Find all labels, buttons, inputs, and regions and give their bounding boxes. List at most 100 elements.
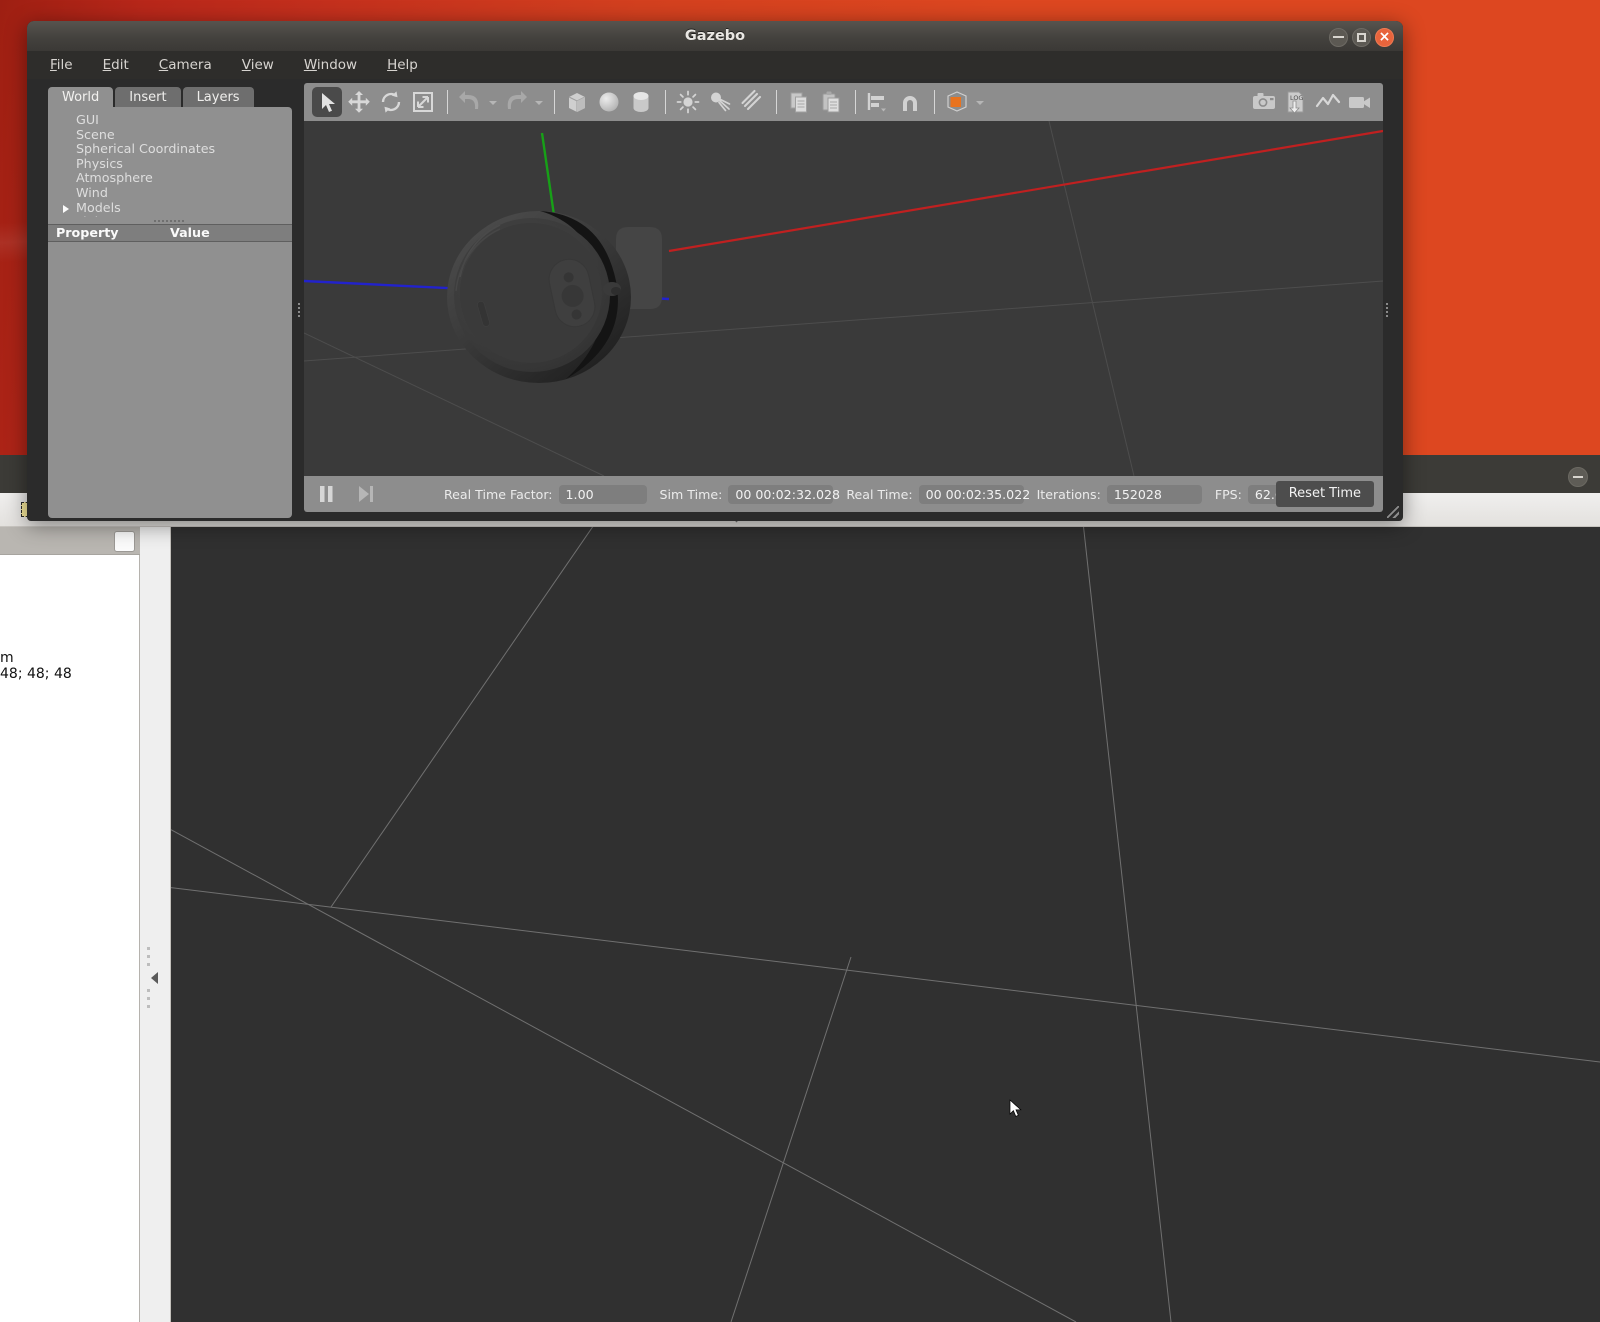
menu-view[interactable]: View xyxy=(239,55,277,75)
splitter-grip xyxy=(298,303,300,317)
maximize-icon[interactable] xyxy=(1352,28,1371,47)
align-icon[interactable] xyxy=(863,87,893,117)
collapse-left-icon xyxy=(151,972,158,984)
insert-sphere-icon[interactable] xyxy=(594,87,624,117)
plot-icon[interactable] xyxy=(1313,87,1343,117)
tree-item-spherical-coordinates[interactable]: Spherical Coordinates xyxy=(48,141,292,157)
gazebo-toolbar: LOG xyxy=(304,83,1383,121)
column-header-value[interactable]: Value xyxy=(170,225,210,241)
gazebo-property-table-header: Property Value xyxy=(48,224,292,242)
menu-file[interactable]: File xyxy=(47,55,76,75)
toolbar-separator xyxy=(554,90,555,114)
rviz-displays-panel: m 48; 48; 48 xyxy=(0,527,140,1322)
real-time-label: Real Time: xyxy=(846,486,913,502)
mouse-cursor xyxy=(1009,1099,1022,1117)
tab-layers[interactable]: Layers xyxy=(182,87,254,109)
copy-icon[interactable] xyxy=(784,87,814,117)
close-icon[interactable] xyxy=(1375,28,1394,47)
rviz-property-row[interactable]: 48; 48; 48 xyxy=(0,666,140,682)
gazebo-status-bar: Real Time Factor: 1.00 Sim Time: 00 00:0… xyxy=(304,476,1383,512)
iterations-value: 152028 xyxy=(1106,484,1202,504)
video-record-icon[interactable] xyxy=(1345,87,1375,117)
splitter-grip xyxy=(154,220,186,222)
tree-item-wind[interactable]: Wind xyxy=(48,184,292,201)
tab-world[interactable]: World xyxy=(48,87,114,109)
tree-item-atmosphere[interactable]: Atmosphere xyxy=(48,171,292,186)
redo-dropdown-icon[interactable] xyxy=(533,87,545,117)
gazebo-titlebar[interactable]: Gazebo xyxy=(27,21,1403,51)
rviz-panel-header xyxy=(0,527,140,555)
spot-light-icon[interactable] xyxy=(705,87,735,117)
gazebo-left-panel: World Insert Layers GUI Scene Spherical … xyxy=(48,85,292,518)
tree-item-scene[interactable]: Scene xyxy=(48,126,292,143)
tree-item-label: Wind xyxy=(76,184,108,200)
tree-item-label: Spherical Coordinates xyxy=(76,141,216,157)
screenshot-icon[interactable] xyxy=(1249,87,1279,117)
paste-icon[interactable] xyxy=(816,87,846,117)
svg-text:LOG: LOG xyxy=(1290,94,1303,102)
toolbar-separator xyxy=(934,90,935,114)
redo-icon[interactable] xyxy=(501,87,531,117)
menu-camera[interactable]: Camera xyxy=(156,55,215,75)
sim-time-value: 00 00:02:32.028 xyxy=(728,484,840,504)
insert-cylinder-icon[interactable] xyxy=(626,87,656,117)
tree-item-label: Physics xyxy=(76,155,123,171)
pause-icon[interactable] xyxy=(312,481,342,507)
directional-light-icon[interactable] xyxy=(737,87,767,117)
translate-mode-icon[interactable] xyxy=(344,87,374,117)
sim-time-label: Sim Time: xyxy=(659,486,723,502)
reset-time-button[interactable]: Reset Time xyxy=(1275,481,1374,507)
snap-icon[interactable] xyxy=(895,87,925,117)
fps-label: FPS: xyxy=(1214,486,1242,502)
step-forward-icon[interactable] xyxy=(350,481,380,507)
insert-box-icon[interactable] xyxy=(562,87,592,117)
tree-item-label: Scene xyxy=(76,126,115,142)
gazebo-vertical-splitter-right[interactable] xyxy=(1383,85,1391,515)
x-axis xyxy=(668,129,1383,253)
toolbar-separator xyxy=(665,90,666,114)
real-time-factor-value: 1.00 xyxy=(558,484,647,504)
log-record-icon[interactable]: LOG xyxy=(1281,87,1311,117)
tree-item-label: Models xyxy=(76,199,121,215)
turtlebot-robot-model[interactable] xyxy=(444,199,680,389)
gazebo-world-tree: GUI Scene Spherical Coordinates Physics … xyxy=(48,107,292,229)
rotate-mode-icon[interactable] xyxy=(376,87,406,117)
rviz-property-rows: m 48; 48; 48 xyxy=(0,556,140,682)
column-header-property[interactable]: Property xyxy=(56,225,119,241)
splitter-grip xyxy=(1386,303,1388,317)
scale-mode-icon[interactable] xyxy=(408,87,438,117)
menu-window[interactable]: Window xyxy=(301,55,360,75)
menu-help[interactable]: Help xyxy=(384,55,421,75)
rviz-3d-viewport[interactable] xyxy=(171,527,1600,1322)
undo-dropdown-icon[interactable] xyxy=(487,87,499,117)
menu-edit[interactable]: Edit xyxy=(100,55,132,75)
gazebo-panel-splitter[interactable] xyxy=(48,217,292,224)
view-angle-icon[interactable] xyxy=(942,87,972,117)
gazebo-vertical-splitter-left[interactable] xyxy=(295,85,303,515)
select-mode-icon[interactable] xyxy=(312,87,342,117)
tab-insert[interactable]: Insert xyxy=(115,87,181,109)
rviz-minimize-button[interactable] xyxy=(1568,467,1588,487)
window-resize-grip[interactable] xyxy=(1387,506,1399,518)
undo-icon[interactable] xyxy=(455,87,485,117)
gazebo-menubar: File Edit Camera View Window Help xyxy=(27,51,1403,79)
panel-checkbox[interactable] xyxy=(114,531,135,552)
chevron-right-icon[interactable] xyxy=(63,204,69,213)
tree-item-label: Atmosphere xyxy=(76,170,153,186)
tree-item-models[interactable]: Models xyxy=(48,199,292,216)
real-time-factor-label: Real Time Factor: xyxy=(444,486,553,502)
rviz-property-row[interactable]: m xyxy=(0,650,140,666)
iterations-label: Iterations: xyxy=(1036,486,1101,502)
tree-item-gui[interactable]: GUI xyxy=(48,112,292,128)
gazebo-3d-viewport[interactable] xyxy=(304,121,1383,476)
point-light-icon[interactable] xyxy=(673,87,703,117)
rviz-panel-collapse-handle[interactable] xyxy=(140,527,171,1322)
real-time-value: 00 00:02:35.022 xyxy=(918,484,1030,504)
tree-item-physics[interactable]: Physics xyxy=(48,155,292,172)
tree-item-label: GUI xyxy=(76,112,99,127)
gazebo-property-table-body[interactable] xyxy=(48,242,292,518)
gazebo-panel-tabs: World Insert Layers xyxy=(48,85,256,109)
toolbar-separator xyxy=(776,90,777,114)
minimize-icon[interactable] xyxy=(1329,28,1348,47)
view-angle-dropdown-icon[interactable] xyxy=(974,87,986,117)
